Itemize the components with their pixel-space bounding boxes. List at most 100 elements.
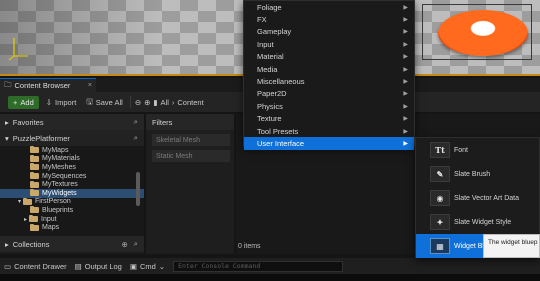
chevron-right-icon: ▶ — [403, 116, 408, 123]
add-asset-menu: Foliage ▶ FX ▶ Gameplay ▶ Input ▶ Material ▶ … — [243, 0, 415, 150]
tree-item-mymeshes[interactable]: MyMeshes — [0, 163, 144, 172]
folder-icon — [30, 180, 39, 188]
submenu-item-font[interactable]: Tt Font — [416, 138, 539, 162]
chevron-right-icon: ▶ — [403, 66, 408, 73]
submenu-item-slate-widget-style[interactable]: ✦ Slate Widget Style — [416, 210, 539, 234]
folder-icon — [30, 206, 39, 214]
folder-icon — [30, 189, 39, 197]
filters-panel: Filters Skeletal Mesh Static Mesh — [146, 114, 234, 254]
filter-static-mesh[interactable]: Static Mesh — [152, 150, 230, 162]
folder-icon — [29, 215, 39, 223]
vector-art-icon: ◉ — [430, 190, 450, 206]
chevron-right-icon: ▶ — [403, 41, 408, 48]
cmd-dropdown[interactable]: ▣ Cmd ⌄ — [130, 262, 165, 271]
menu-item-media[interactable]: Media ▶ — [244, 63, 414, 75]
chevron-down-icon: ▾ — [5, 133, 9, 143]
menu-item-user-interface[interactable]: User Interface ▶ — [244, 137, 414, 150]
widget-blueprint-icon: ▦ — [430, 238, 450, 254]
tree-item-mymaterials[interactable]: MyMaterials — [0, 154, 144, 164]
search-icon[interactable]: ⌕ — [134, 117, 138, 127]
axis-gizmo-icon — [8, 38, 28, 61]
folder-tree[interactable]: MyMaps MyMaterials MyMeshes MySequences … — [0, 146, 144, 236]
menu-item-miscellaneous[interactable]: Miscellaneous ▶ — [244, 75, 414, 87]
history-forward-icon[interactable]: ⊕ — [144, 98, 150, 107]
chevron-down-icon: ▾ — [18, 199, 22, 206]
tree-item-input[interactable]: ▸ Input — [0, 215, 144, 224]
tree-item-mysequences[interactable]: MySequences — [0, 172, 144, 181]
chevron-right-icon: ▶ — [403, 128, 408, 135]
breadcrumb-item-content[interactable]: Content — [177, 98, 203, 107]
menu-item-paper2d[interactable]: Paper2D ▶ — [244, 88, 414, 100]
chevron-right-icon: ▶ — [403, 79, 408, 86]
folder-icon — [30, 146, 39, 154]
terminal-icon: ▣ — [129, 261, 137, 271]
os-taskbar — [0, 274, 540, 281]
tab-label: Content Browser — [14, 81, 71, 90]
log-icon: ▤ — [74, 261, 82, 271]
menu-item-texture[interactable]: Texture ▶ — [244, 113, 414, 125]
search-icon[interactable]: ⌕ — [134, 133, 138, 143]
folder-icon — [30, 154, 39, 162]
search-icon[interactable]: ⌕ — [134, 239, 138, 249]
tab-content-browser[interactable]: 🗀 Content Browser × — [0, 78, 96, 92]
tree-item-maps[interactable]: Maps — [0, 223, 144, 232]
menu-item-fx[interactable]: FX ▶ — [244, 13, 414, 25]
chevron-right-icon: ▶ — [403, 54, 408, 61]
tree-item-mywidgets[interactable]: MyWidgets — [0, 188, 144, 198]
folder-icon: ▮ — [153, 97, 158, 107]
chevron-right-icon: ▶ — [403, 91, 408, 98]
orange-disc-mesh[interactable] — [438, 10, 528, 56]
tree-item-firstperson[interactable]: ▾ FirstPerson — [0, 197, 144, 207]
breadcrumb-item-all[interactable]: All — [161, 98, 169, 107]
content-drawer-button[interactable]: ▭ Content Drawer — [4, 262, 67, 271]
add-collection-icon[interactable]: ⊕ — [122, 240, 128, 249]
items-count: 0 items — [238, 243, 261, 250]
save-all-button[interactable]: 🖫 Save All — [83, 96, 126, 109]
project-section-header[interactable]: ▾ PuzzlePlatformer ⌕ — [0, 130, 144, 146]
save-icon: 🖫 — [86, 96, 93, 106]
chevron-right-icon: ▶ — [403, 140, 408, 147]
sources-panel: ▸ Favorites ⌕ ▾ PuzzlePlatformer ⌕ MyMap… — [0, 114, 144, 254]
menu-item-foliage[interactable]: Foliage ▶ — [244, 1, 414, 13]
breadcrumb: ⊖ ⊕ ▮ All › Content — [135, 98, 204, 107]
collections-section-header[interactable]: ▸ Collections ⊕ ⌕ — [0, 236, 144, 252]
console-input[interactable]: Enter Console Command — [173, 260, 344, 272]
menu-item-gameplay[interactable]: Gameplay ▶ — [244, 26, 414, 38]
submenu-item-slate-brush[interactable]: ✎ Slate Brush — [416, 162, 539, 186]
chevron-down-icon: ⌄ — [158, 261, 166, 271]
menu-item-tool-presets[interactable]: Tool Presets ▶ — [244, 125, 414, 137]
widget-style-icon: ✦ — [430, 214, 450, 230]
favorites-section-header[interactable]: ▸ Favorites ⌕ — [0, 114, 144, 130]
chevron-right-icon: ▸ — [5, 117, 9, 127]
chevron-right-icon: ▶ — [403, 4, 408, 11]
import-icon: ⇩ — [45, 97, 53, 107]
chevron-right-icon: ▸ — [5, 239, 9, 249]
font-icon: Tt — [430, 142, 450, 158]
tree-item-blueprints[interactable]: Blueprints — [0, 206, 144, 215]
submenu-item-slate-vector-art-data[interactable]: ◉ Slate Vector Art Data — [416, 186, 539, 210]
plus-icon: + — [13, 97, 18, 107]
folder-icon — [23, 197, 33, 205]
close-icon[interactable]: × — [88, 82, 92, 89]
drawer-icon: ▭ — [4, 261, 12, 271]
chevron-right-icon: ▶ — [403, 29, 408, 36]
filter-skeletal-mesh[interactable]: Skeletal Mesh — [152, 134, 230, 146]
menu-item-physics[interactable]: Physics ▶ — [244, 100, 414, 112]
brush-icon: ✎ — [430, 166, 450, 182]
folder-icon — [30, 223, 39, 231]
history-back-icon[interactable]: ⊖ — [135, 98, 141, 107]
chevron-right-icon: ▶ — [403, 103, 408, 110]
tree-scrollbar[interactable] — [136, 172, 140, 206]
import-button[interactable]: ⇩ Import — [43, 96, 80, 109]
tree-item-mytextures[interactable]: MyTextures — [0, 180, 144, 189]
output-log-button[interactable]: ▤ Output Log — [75, 262, 122, 271]
breadcrumb-separator-icon: › — [171, 97, 175, 107]
status-bar: ▭ Content Drawer ▤ Output Log ▣ Cmd ⌄ En… — [0, 258, 540, 274]
menu-item-input[interactable]: Input ▶ — [244, 38, 414, 50]
widget-blueprint-tooltip: The widget bluep — [483, 234, 540, 258]
chevron-right-icon: ▸ — [24, 216, 28, 223]
add-button[interactable]: + Add — [8, 95, 39, 109]
tree-item-mymaps[interactable]: MyMaps — [0, 146, 144, 155]
menu-item-material[interactable]: Material ▶ — [244, 51, 414, 63]
folder-icon — [30, 163, 39, 171]
